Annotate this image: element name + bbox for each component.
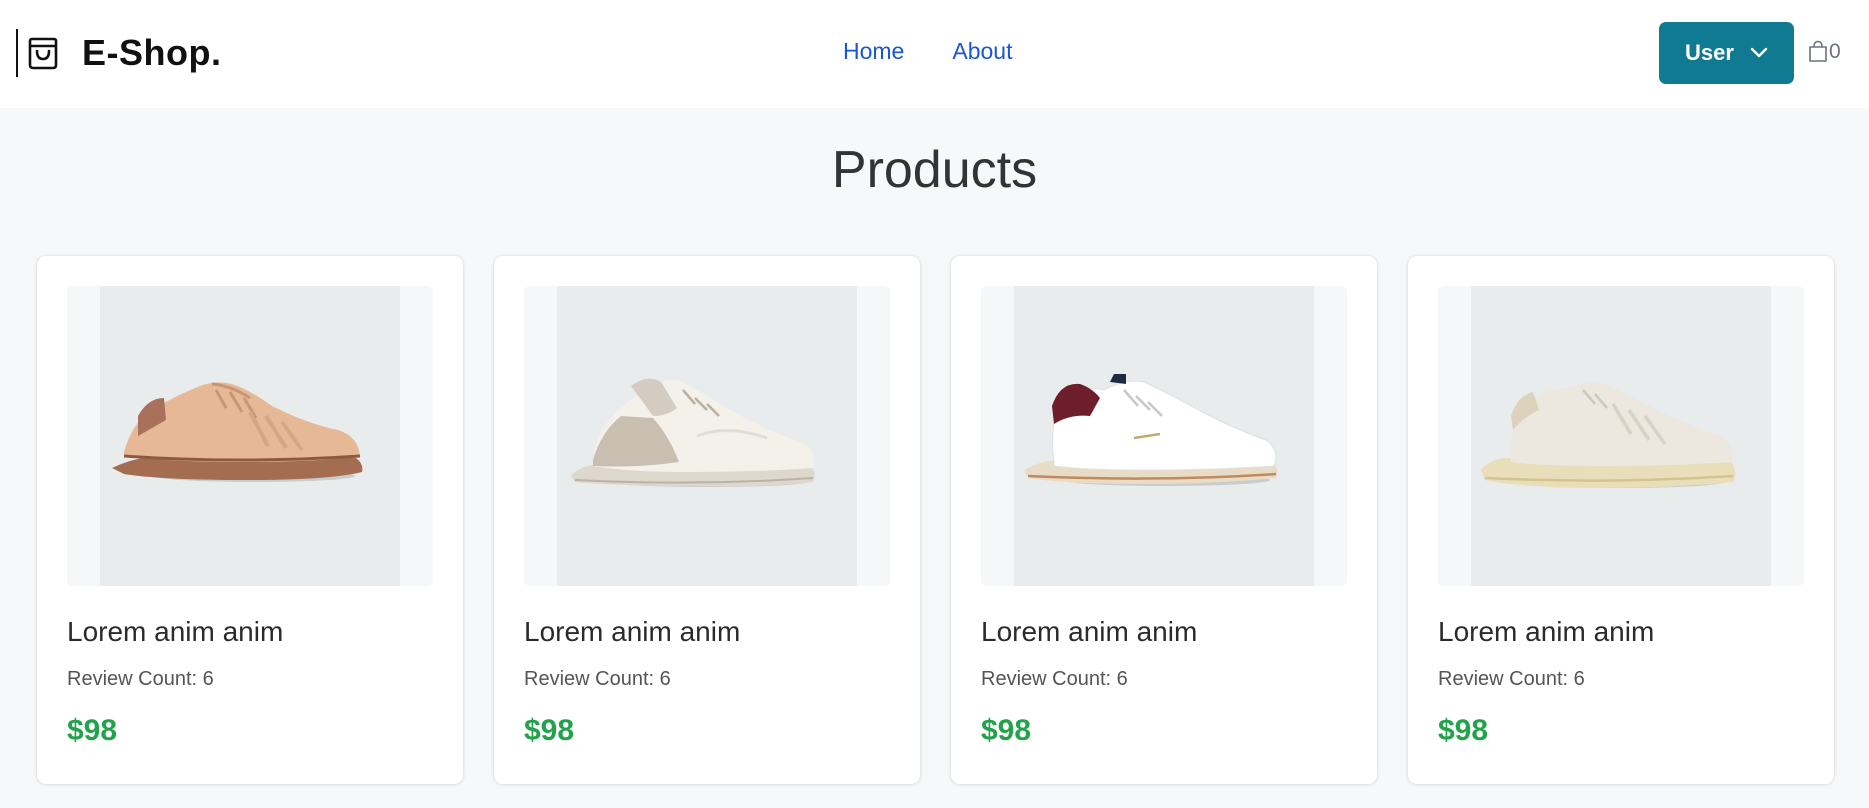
chevron-down-icon [1750,47,1768,58]
cart-count: 0 [1829,40,1841,63]
product-image[interactable] [1471,286,1771,586]
page-title: Products [831,141,1038,199]
product-image-frame [67,286,433,586]
product-image-frame [1438,286,1804,586]
product-price: $98 [67,714,118,747]
cart-button[interactable]: 0 [1808,40,1841,64]
product-image-frame [524,286,890,586]
product-card[interactable]: Lorem anim anim Review Count: 6 $98 [37,256,463,784]
product-price: $98 [524,714,575,747]
nav-about-link[interactable]: About [952,38,1012,65]
product-card[interactable]: Lorem anim anim Review Count: 6 $98 [494,256,920,784]
product-card[interactable]: Lorem anim anim Review Count: 6 $98 [1408,256,1834,784]
product-image[interactable] [557,286,857,586]
product-name[interactable]: Lorem anim anim [524,616,740,648]
nav-home-link[interactable]: Home [843,38,904,65]
product-image-frame [981,286,1347,586]
product-review-count: Review Count: 6 [1438,668,1585,690]
brand-divider [16,29,18,77]
main-nav: Home About [843,38,1012,65]
product-price: $98 [981,714,1032,747]
user-menu-label: User [1685,40,1734,65]
cart-bag-icon [1809,40,1827,62]
user-menu-button[interactable]: User [1659,22,1794,84]
product-card[interactable]: Lorem anim anim Review Count: 6 $98 [951,256,1377,784]
product-review-count: Review Count: 6 [67,668,214,690]
brand-link[interactable]: E-Shop. [16,28,221,78]
top-navbar: E-Shop. Home About User 0 [0,0,1869,108]
product-image[interactable] [1014,286,1314,586]
product-review-count: Review Count: 6 [981,668,1128,690]
product-name[interactable]: Lorem anim anim [1438,616,1654,648]
cream-suede-sneaker-image [1481,382,1736,488]
tan-suede-sneaker-image [112,382,363,482]
product-image[interactable] [100,286,400,586]
shopping-bag-icon [28,37,58,70]
white-burgundy-sneaker-image [1024,374,1278,486]
product-name[interactable]: Lorem anim anim [981,616,1197,648]
product-name[interactable]: Lorem anim anim [67,616,283,648]
product-price: $98 [1438,714,1489,747]
brand-name: E-Shop. [82,32,222,73]
product-review-count: Review Count: 6 [524,668,671,690]
white-speckled-sneaker-image [571,378,815,487]
